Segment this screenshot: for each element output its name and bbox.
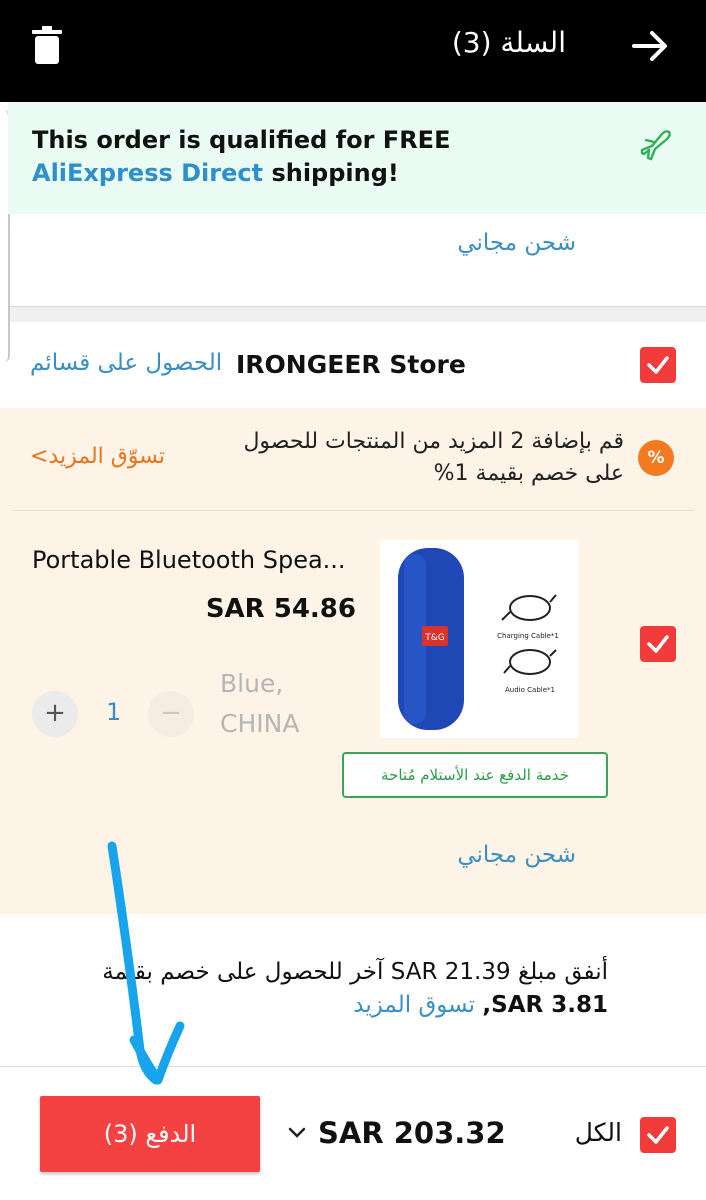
select-all-checkbox[interactable] bbox=[640, 1117, 676, 1153]
quantity-increase-button[interactable]: + bbox=[32, 691, 78, 737]
app-header: السلة (3) bbox=[0, 0, 706, 102]
section-divider bbox=[10, 306, 706, 322]
back-arrow-icon[interactable] bbox=[630, 26, 670, 66]
trash-icon[interactable] bbox=[32, 26, 62, 66]
shop-more-link[interactable]: تسوق المزيد bbox=[353, 992, 475, 1018]
banner-text: This order is qualified for FREE AliExpr… bbox=[32, 126, 451, 187]
cash-on-delivery-badge: خدمة الدفع عند الأستلام مُتاحة bbox=[342, 752, 608, 798]
quantity-decrease-button[interactable]: − bbox=[148, 691, 194, 737]
product-title[interactable]: Portable Bluetooth Spea... bbox=[32, 546, 346, 574]
free-shipping-banner: This order is qualified for FREE AliExpr… bbox=[8, 102, 706, 214]
product-image[interactable]: T&G Charging Cable*1 Audio Cable*1 bbox=[380, 540, 578, 738]
promo-message: قم بإضافة 2 المزيد من المنتجات للحصول عل… bbox=[243, 429, 624, 486]
annotation-arrow bbox=[107, 841, 185, 1085]
store-name[interactable]: IRONGEER Store bbox=[236, 350, 466, 379]
free-shipping-label[interactable]: شحن مجاني bbox=[457, 230, 576, 256]
svg-text:Audio Cable*1: Audio Cable*1 bbox=[505, 686, 555, 694]
shop-more-link[interactable]: تسوّق المزيد> bbox=[30, 444, 165, 469]
total-price[interactable]: SAR 203.32 bbox=[318, 1116, 506, 1150]
discount-percent-icon: % bbox=[638, 440, 674, 476]
page-title: السلة (3) bbox=[451, 26, 566, 59]
get-coupons-link[interactable]: الحصول على قسائم bbox=[30, 350, 222, 376]
pay-button[interactable]: الدفع (3) bbox=[40, 1096, 260, 1172]
aliexpress-direct-link[interactable]: AliExpress Direct bbox=[32, 159, 263, 187]
svg-text:Charging Cable*1: Charging Cable*1 bbox=[497, 632, 559, 640]
chevron-down-icon[interactable] bbox=[287, 1126, 307, 1140]
free-shipping-label[interactable]: شحن مجاني bbox=[457, 842, 576, 868]
quantity-value: 1 bbox=[106, 698, 122, 726]
svg-text:T&G: T&G bbox=[424, 633, 445, 643]
product-price: SAR 54.86 bbox=[205, 594, 356, 624]
store-checkbox[interactable] bbox=[640, 347, 676, 383]
airplane-icon bbox=[640, 130, 671, 161]
select-all-label: الكل bbox=[574, 1118, 622, 1147]
product-checkbox[interactable] bbox=[640, 626, 676, 662]
divider bbox=[12, 510, 694, 511]
product-variant[interactable]: Blue, CHINA bbox=[220, 664, 299, 744]
speaker-image: T&G Charging Cable*1 Audio Cable*1 bbox=[398, 548, 559, 730]
